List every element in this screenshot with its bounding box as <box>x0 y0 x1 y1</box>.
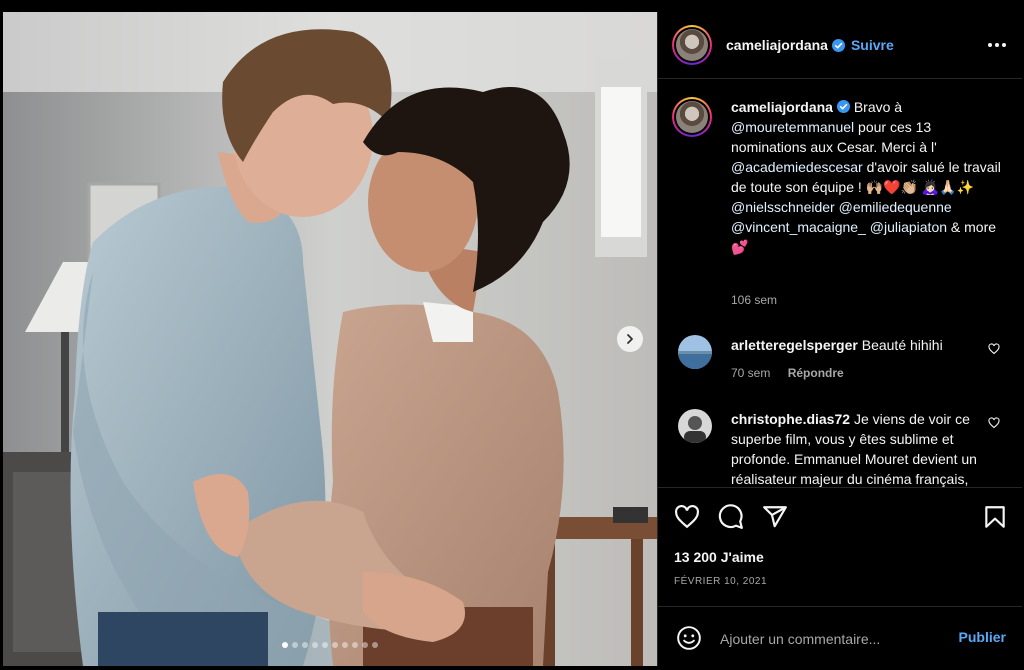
likes-count[interactable]: 13 200 J'aime <box>674 549 764 565</box>
post-side-panel: cameliajordana Suivre cameliajordana Bra… <box>657 12 1022 666</box>
emoji-icon[interactable] <box>676 625 702 651</box>
comment-time: 70 sem <box>731 366 771 380</box>
verified-icon <box>836 100 850 113</box>
next-arrow-icon <box>627 334 633 344</box>
commenter-username[interactable]: christophe.dias72 <box>731 411 850 427</box>
comment-meta: 70 sem Répondre <box>731 363 986 383</box>
caption-text-1: Bravo à <box>853 99 903 115</box>
more-options-icon[interactable] <box>986 34 1008 56</box>
caption-username[interactable]: cameliajordana <box>731 99 833 115</box>
share-icon[interactable] <box>762 504 788 530</box>
comment-like-heart-icon[interactable] <box>988 417 1000 429</box>
mention-link[interactable]: @mouretemmanuel <box>731 119 854 135</box>
comment-body: christophe.dias72 Je viens de voir ce su… <box>731 409 986 487</box>
carousel-dot <box>362 642 368 648</box>
reply-button[interactable]: Répondre <box>788 366 844 380</box>
comment-icon[interactable] <box>718 504 744 530</box>
follow-button[interactable]: Suivre <box>851 37 894 53</box>
bookmark-icon[interactable] <box>982 504 1008 530</box>
mention-link[interactable]: @juliapiaton <box>870 219 947 235</box>
comment-input[interactable] <box>718 627 942 651</box>
post-photo[interactable] <box>3 12 657 666</box>
verified-icon <box>831 38 845 52</box>
comment-like-heart-icon[interactable] <box>988 343 1000 355</box>
carousel-dot <box>302 642 308 648</box>
author-avatar[interactable] <box>672 25 712 65</box>
carousel-dot <box>372 642 378 648</box>
heart-icon[interactable] <box>674 504 700 530</box>
mention-link[interactable]: @vincent_macaigne_ <box>731 219 866 235</box>
comments-section[interactable]: cameliajordana Bravo à @mouretemmanuel p… <box>658 79 1022 487</box>
post-actions: 13 200 J'aime FÉVRIER 10, 2021 <box>658 487 1022 606</box>
comment-composer: Publier <box>658 606 1022 667</box>
commenter-avatar[interactable] <box>678 409 712 443</box>
mention-link[interactable]: @academiedescesar <box>731 159 863 175</box>
caption-author-avatar[interactable] <box>672 97 712 137</box>
publish-button[interactable]: Publier <box>959 629 1006 645</box>
author-username[interactable]: cameliajordana <box>726 37 828 53</box>
commenter-avatar[interactable] <box>678 335 712 369</box>
post-header: cameliajordana Suivre <box>658 12 1022 79</box>
carousel-dot <box>282 642 288 648</box>
carousel-next-button[interactable] <box>617 326 643 352</box>
photo-couple <box>3 12 657 666</box>
comment-body: arletteregelsperger Beauté hihihi 70 sem… <box>731 335 986 383</box>
carousel-dot <box>322 642 328 648</box>
carousel-dot <box>332 642 338 648</box>
mention-link[interactable]: @emiliedequenne <box>839 199 952 215</box>
mention-link[interactable]: @nielsschneider <box>731 199 835 215</box>
comment-text: Beauté hihihi <box>861 337 943 353</box>
post-date: FÉVRIER 10, 2021 <box>674 576 768 587</box>
commenter-username[interactable]: arletteregelsperger <box>731 337 858 353</box>
carousel-dot <box>312 642 318 648</box>
caption-time: 106 sem <box>731 293 778 307</box>
post-modal: cameliajordana Suivre cameliajordana Bra… <box>3 12 1022 666</box>
carousel-dot <box>292 642 298 648</box>
carousel-indicator <box>3 642 657 648</box>
carousel-dot <box>342 642 348 648</box>
caption-text: cameliajordana Bravo à @mouretemmanuel p… <box>731 97 1001 257</box>
carousel-dot <box>352 642 358 648</box>
